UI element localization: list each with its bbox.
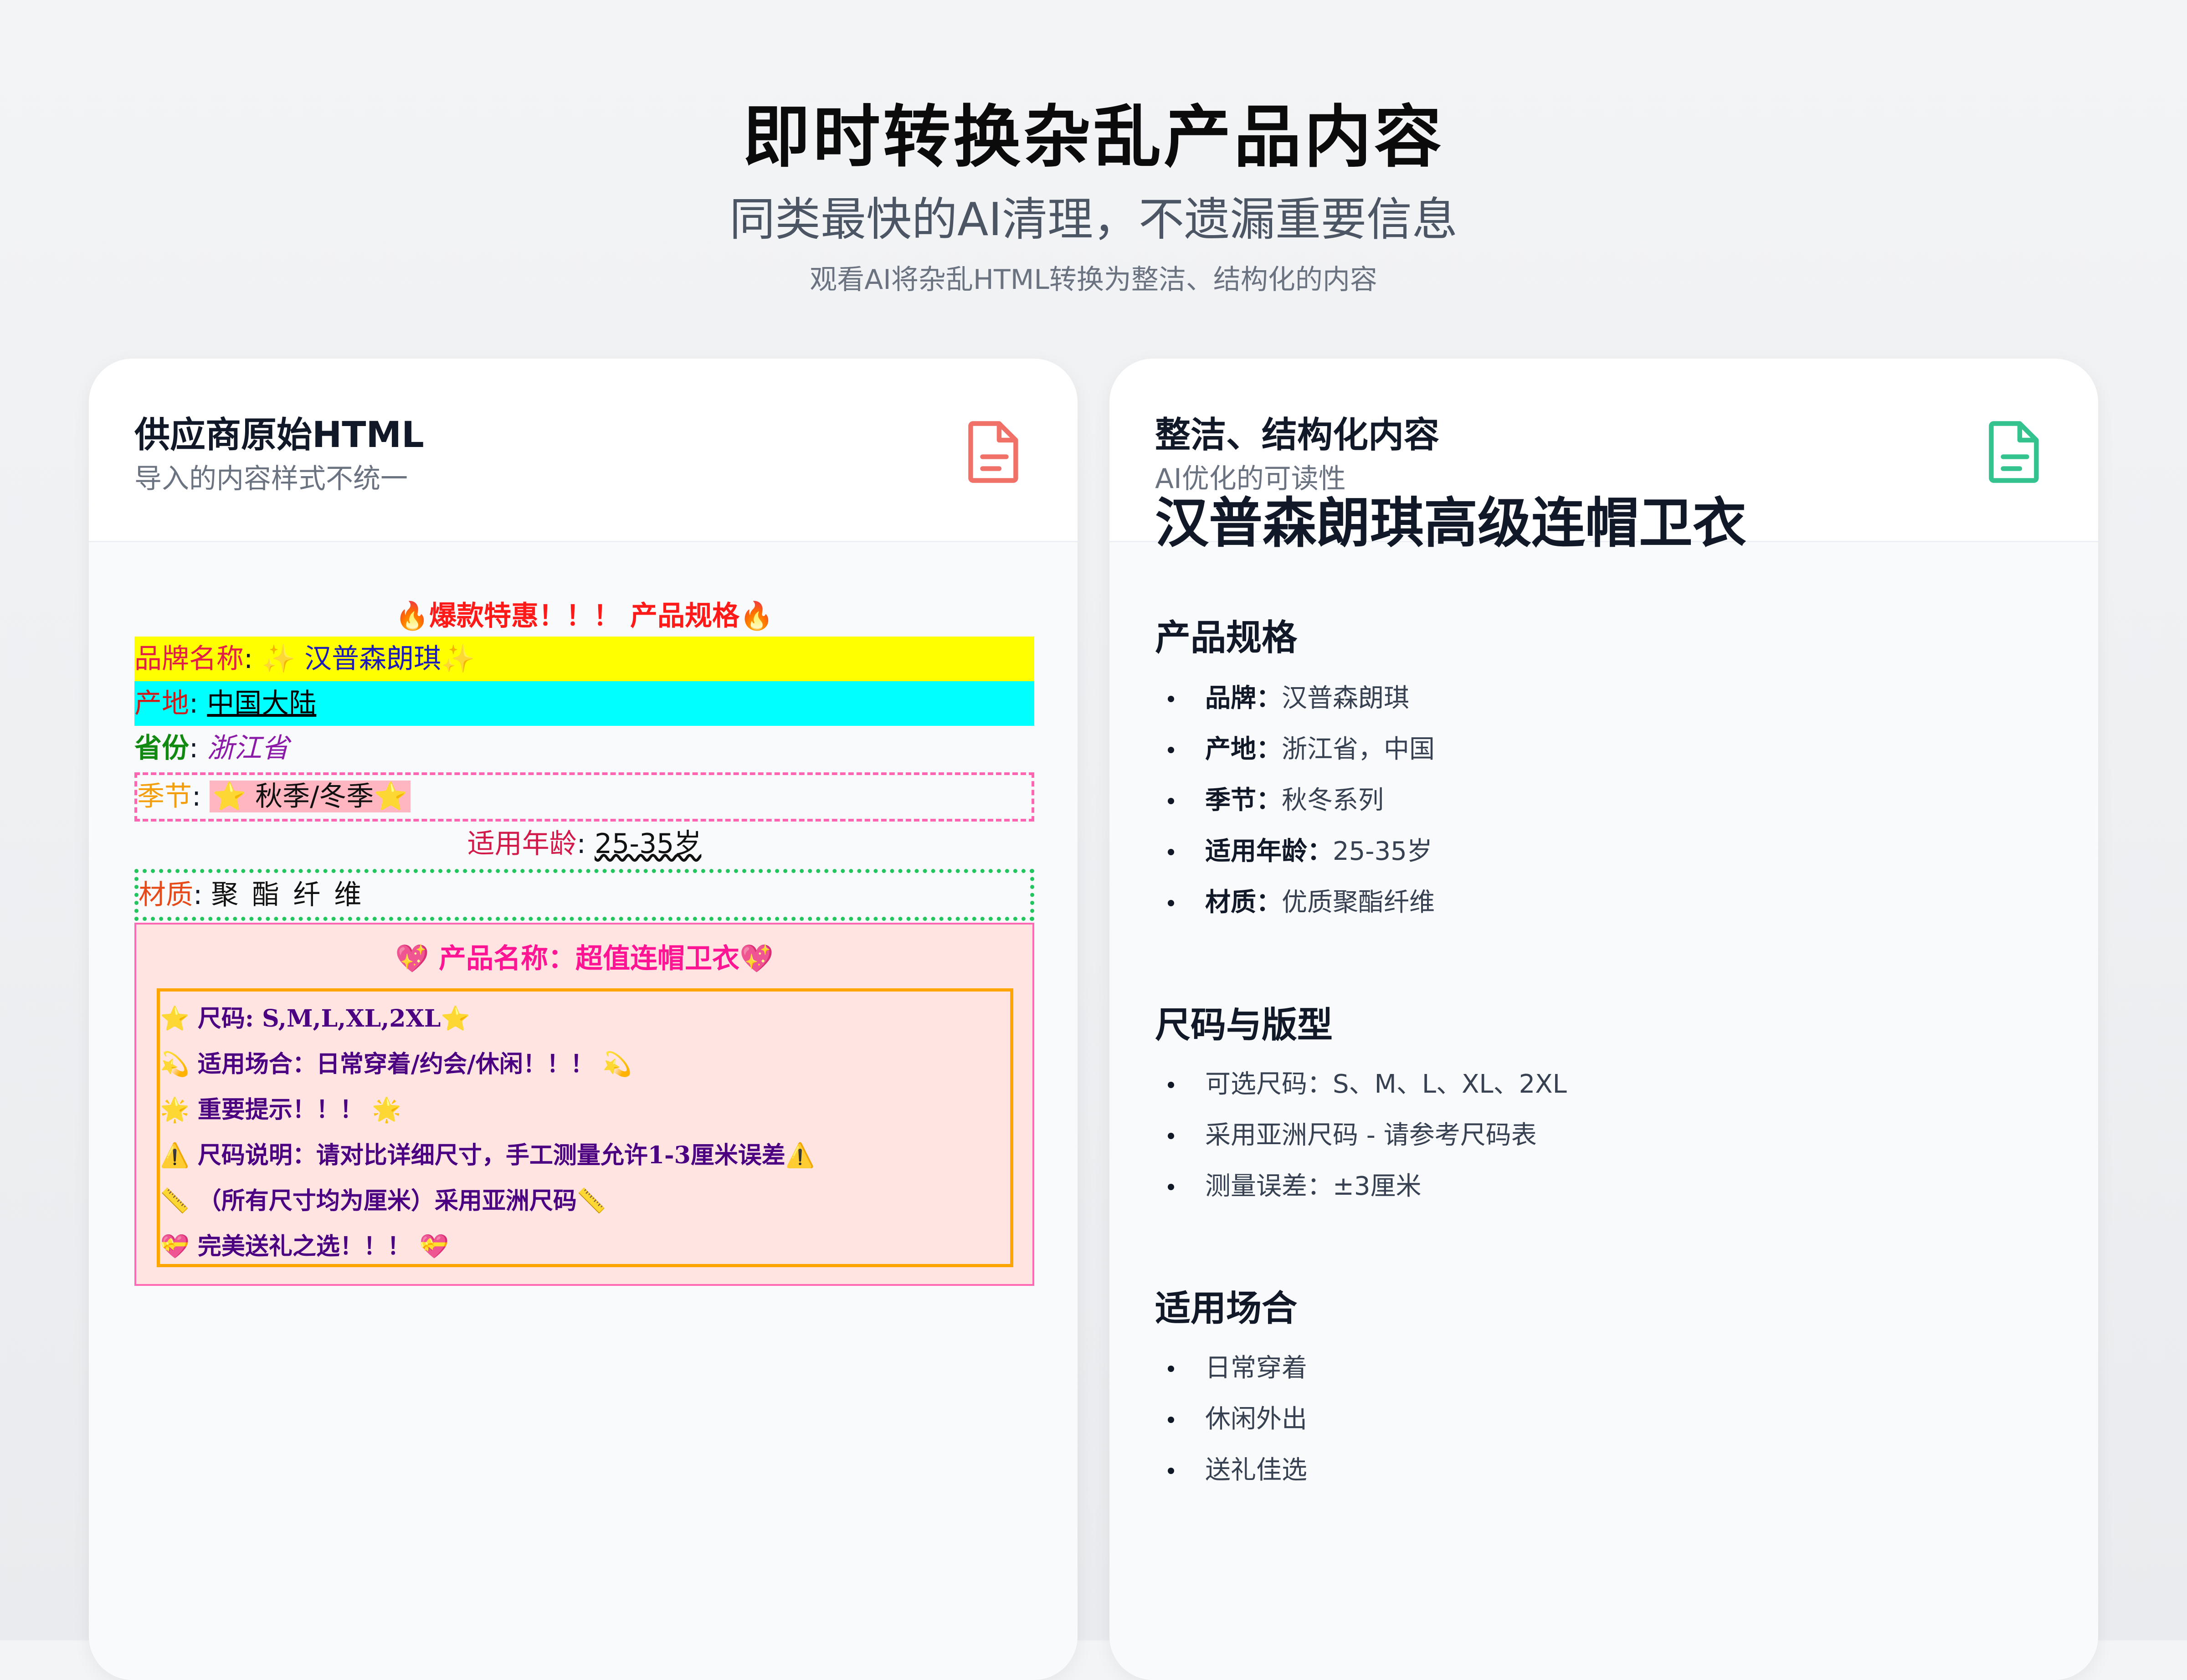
list-item: 可选尺码：S、M、L、XL、2XL — [1155, 1059, 1567, 1110]
messy-age-value: 25-35岁 — [594, 828, 702, 860]
list-item: 品牌：汉普森朗琪 — [1155, 673, 1435, 724]
raw-panel-title: 供应商原始HTML — [134, 415, 424, 456]
occasions-list: 日常穿着 休闲外出 送礼佳选 — [1155, 1343, 1307, 1496]
messy-season-row: 季节: ⭐ 秋季/冬季⭐ — [134, 772, 1034, 822]
spec-key: 品牌： — [1205, 683, 1282, 713]
list-item: 季节：秋冬系列 — [1155, 775, 1435, 826]
raw-panel-header: 供应商原始HTML 导入的内容样式不统一 — [89, 359, 1078, 542]
messy-material-row: 材质: 聚酯纤维 — [134, 869, 1034, 921]
spec-value: 优质聚酯纤维 — [1282, 888, 1435, 917]
spec-value: 浙江省，中国 — [1282, 735, 1435, 764]
messy-province-key: 省份 — [134, 732, 189, 764]
messy-origin-key: 产地 — [134, 688, 189, 719]
list-item: 🌟 重要提示！！！ 🌟 — [160, 1096, 401, 1124]
messy-product-title: 💖 产品名称：超值连帽卫衣💖 — [395, 943, 774, 975]
messy-brand-value: ✨ 汉普森朗琪✨ — [262, 643, 475, 675]
spec-key: 产地： — [1205, 735, 1282, 764]
messy-material-value: 聚酯纤维 — [211, 879, 375, 911]
list-item: ⭐ 尺码: S,M,L,XL,2XL⭐ — [160, 1005, 471, 1033]
product-title: 汉普森朗琪高级连帽卫衣 — [1155, 492, 1747, 555]
spec-value: 汉普森朗琪 — [1282, 683, 1409, 713]
messy-product-box: 💖 产品名称：超值连帽卫衣💖 ⭐ 尺码: S,M,L,XL,2XL⭐ 💫 适用场… — [134, 923, 1034, 1286]
messy-age-key: 适用年龄 — [467, 828, 577, 860]
hero-subtitle: 同类最快的AI清理，不遗漏重要信息 — [729, 193, 1458, 246]
list-item: 送礼佳选 — [1155, 1445, 1307, 1496]
messy-brand-key: 品牌名称 — [134, 643, 244, 675]
list-item: 💫 适用场合：日常穿着/约会/休闲！！！ 💫 — [160, 1050, 632, 1078]
messy-content: 🔥爆款特惠！！！ 产品规格🔥 品牌名称: ✨ 汉普森朗琪✨ 产地: 中国大陆 省… — [134, 596, 1034, 1286]
messy-banner: 🔥爆款特惠！！！ 产品规格🔥 — [395, 600, 774, 632]
messy-origin-row: 产地: 中国大陆 — [134, 681, 1034, 726]
clean-panel-title: 整洁、结构化内容 — [1155, 415, 1440, 456]
section-heading-occasions: 适用场合 — [1155, 1288, 1298, 1329]
file-icon — [1989, 421, 2039, 483]
list-item: 适用年龄：25-35岁 — [1155, 826, 1435, 877]
file-icon — [968, 421, 1018, 483]
spec-key: 适用年龄： — [1205, 837, 1333, 866]
messy-item-list: ⭐ 尺码: S,M,L,XL,2XL⭐ 💫 适用场合：日常穿着/约会/休闲！！！… — [157, 988, 1013, 1267]
raw-html-panel: 供应商原始HTML 导入的内容样式不统一 🔥爆款特惠！！！ 产品规格🔥 品牌名称… — [89, 359, 1078, 1680]
messy-season-key: 季节 — [137, 781, 192, 812]
messy-season-value: ⭐ 秋季/冬季⭐ — [210, 781, 411, 812]
list-item: 采用亚洲尺码 - 请参考尺码表 — [1155, 1110, 1567, 1161]
list-item: 产地：浙江省，中国 — [1155, 724, 1435, 775]
sizing-list: 可选尺码：S、M、L、XL、2XL 采用亚洲尺码 - 请参考尺码表 测量误差：±… — [1155, 1059, 1567, 1212]
list-item: 材质：优质聚酯纤维 — [1155, 877, 1435, 928]
messy-province-value: 浙江省 — [207, 732, 289, 764]
spec-value: 秋冬系列 — [1282, 786, 1384, 815]
list-item: 测量误差：±3厘米 — [1155, 1161, 1567, 1212]
section-heading-sizing: 尺码与版型 — [1155, 1005, 1333, 1046]
messy-material-key: 材质 — [139, 879, 193, 911]
section-heading-specs: 产品规格 — [1155, 617, 1298, 658]
spec-key: 材质： — [1205, 888, 1282, 917]
messy-brand-row: 品牌名称: ✨ 汉普森朗琪✨ — [134, 637, 1034, 681]
specs-list: 品牌：汉普森朗琪 产地：浙江省，中国 季节：秋冬系列 适用年龄：25-35岁 材… — [1155, 673, 1435, 928]
raw-panel-hint: 导入的内容样式不统一 — [134, 463, 408, 495]
spec-value: 25-35岁 — [1333, 837, 1432, 866]
list-item: 日常穿着 — [1155, 1343, 1307, 1394]
spec-key: 季节： — [1205, 786, 1282, 815]
list-item: 休闲外出 — [1155, 1394, 1307, 1445]
list-item: 💝 完美送礼之选！！！ 💝 — [160, 1233, 449, 1260]
hero-description: 观看AI将杂乱HTML转换为整洁、结构化的内容 — [810, 264, 1377, 296]
clean-content-panel: 整洁、结构化内容 AI优化的可读性 汉普森朗琪高级连帽卫衣 产品规格 品牌：汉普… — [1109, 359, 2098, 1680]
hero-title: 即时转换杂乱产品内容 — [743, 98, 1444, 176]
messy-origin-value: 中国大陆 — [207, 688, 317, 719]
messy-province-row: 省份: 浙江省 — [134, 732, 289, 764]
list-item: 📏 （所有尺寸均为厘米）采用亚洲尺码📏 — [160, 1187, 606, 1215]
messy-age-row: 适用年龄: 25-35岁 — [467, 828, 702, 860]
list-item: ⚠️ 尺码说明：请对比详细尺寸，手工测量允许1-3厘米误差⚠️ — [160, 1141, 815, 1169]
